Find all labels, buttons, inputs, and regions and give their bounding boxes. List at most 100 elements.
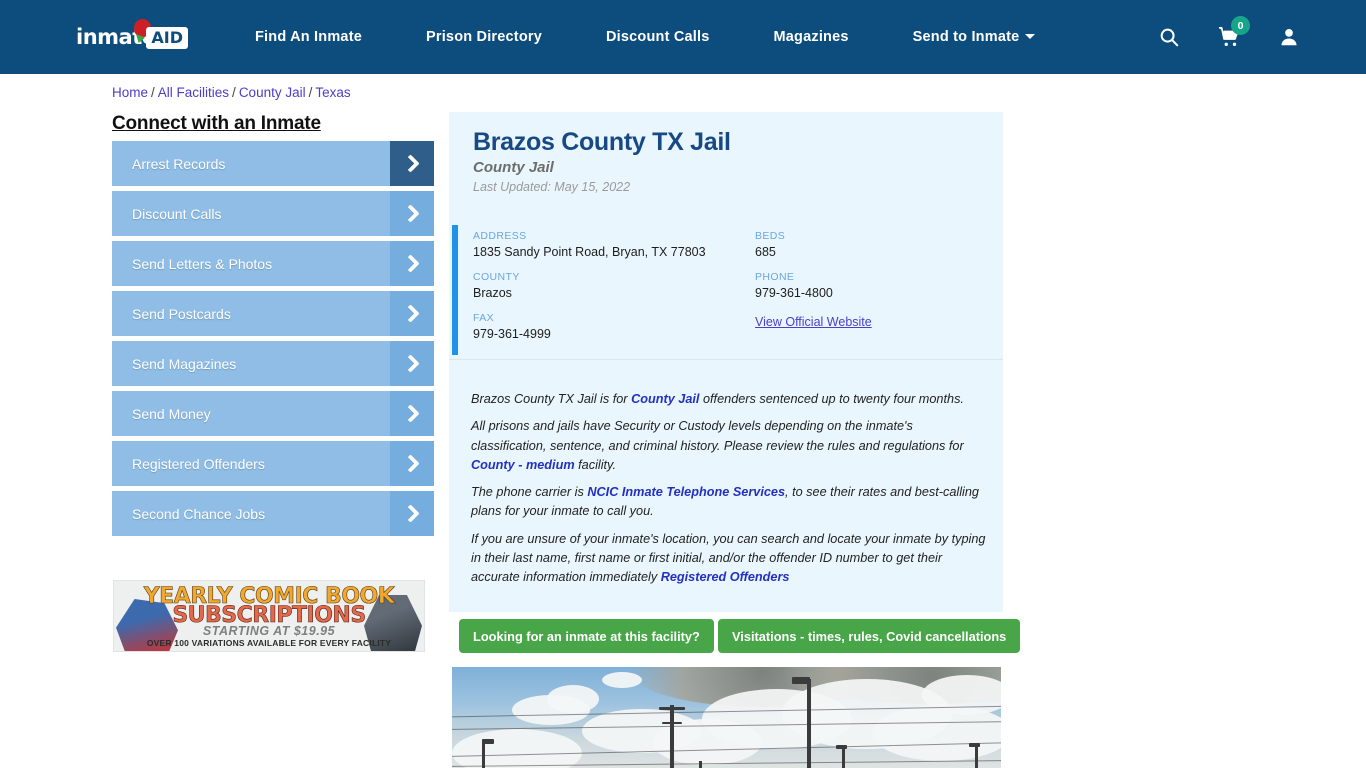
desc-p1-text-a: Brazos County TX Jail is for: [471, 392, 632, 406]
info-value: Brazos: [473, 286, 512, 300]
desc-p1-text-b: offenders sentenced up to twenty four mo…: [699, 392, 964, 406]
chevron-right-icon: [390, 291, 434, 336]
facility-description: Brazos County TX Jail is for County Jail…: [471, 390, 986, 596]
info-address: ADDRESS 1835 Sandy Point Road, Bryan, TX…: [473, 230, 755, 259]
ad-subtext-line: OVER 100 VARIATIONS AVAILABLE FOR EVERY …: [146, 638, 392, 648]
breadcrumb-item-texas[interactable]: Texas: [315, 85, 350, 100]
accent-bar: [452, 225, 458, 355]
info-value: 685: [755, 245, 776, 259]
info-label: BEDS: [755, 230, 786, 242]
light-pole: [482, 741, 485, 768]
info-label: ADDRESS: [473, 230, 527, 242]
sidebar-item-discount-calls[interactable]: Discount Calls: [112, 191, 434, 236]
light-fixture: [969, 743, 980, 747]
breadcrumb-separator: /: [232, 85, 236, 100]
sidebar-item-send-magazines[interactable]: Send Magazines: [112, 341, 434, 386]
visitations-button[interactable]: Visitations - times, rules, Covid cancel…: [718, 619, 1021, 653]
sidebar-menu: Arrest Records Discount Calls Send Lette…: [112, 141, 434, 541]
utility-crossarm: [659, 707, 685, 710]
info-official-website: View Official Website: [755, 312, 983, 341]
info-county: COUNTY Brazos: [473, 271, 755, 300]
description-paragraph-2: All prisons and jails have Security or C…: [471, 417, 986, 475]
sidebar-heading: Connect with an Inmate: [112, 113, 321, 134]
chevron-right-icon: [390, 341, 434, 386]
section-divider: [449, 359, 1003, 360]
chevron-right-icon: [390, 241, 434, 286]
nav-discount-calls[interactable]: Discount Calls: [606, 29, 710, 45]
page-title: Brazos County TX Jail: [473, 128, 731, 156]
search-icon[interactable]: [1158, 26, 1180, 48]
utility-crossarm: [662, 722, 682, 724]
light-pole: [842, 747, 845, 768]
chevron-down-icon: [1025, 34, 1036, 39]
breadcrumb-separator: /: [308, 85, 313, 100]
chevron-right-icon: [390, 441, 434, 486]
breadcrumb-separator: /: [151, 85, 155, 100]
nav-send-to-inmate[interactable]: Send to Inmate: [913, 29, 1036, 45]
user-account-icon[interactable]: [1278, 26, 1300, 48]
breadcrumb-item-county-jail[interactable]: County Jail: [239, 85, 306, 100]
description-paragraph-4: If you are unsure of your inmate's locat…: [471, 530, 986, 588]
nav-find-an-inmate[interactable]: Find An Inmate: [255, 29, 362, 45]
sidebar-item-send-postcards[interactable]: Send Postcards: [112, 291, 434, 336]
description-paragraph-3: The phone carrier is NCIC Inmate Telepho…: [471, 483, 986, 522]
chevron-right-icon: [390, 491, 434, 536]
chevron-right-icon: [390, 391, 434, 436]
sidebar-item-label: Send Letters & Photos: [132, 255, 273, 272]
sidebar-item-label: Send Magazines: [132, 355, 237, 372]
sidebar-item-label: Send Money: [132, 405, 211, 422]
header-icon-group: 0: [1158, 0, 1300, 74]
breadcrumb: Home / All Facilities / County Jail / Texas: [112, 85, 351, 100]
desc-p1-link-county-jail[interactable]: County Jail: [631, 392, 699, 406]
ad-price-line: STARTING AT $19.95: [202, 624, 336, 638]
chevron-right-icon: [390, 141, 434, 186]
logo-aid-badge: AID: [146, 27, 188, 49]
desc-p3-link-ncic[interactable]: NCIC Inmate Telephone Services: [587, 485, 785, 499]
comic-book-subscription-ad[interactable]: YEARLY COMIC BOOK SUBSCRIPTIONS STARTING…: [113, 580, 425, 652]
sidebar-item-label: Send Postcards: [132, 305, 231, 322]
sidebar-item-send-money[interactable]: Send Money: [112, 391, 434, 436]
sidebar-item-second-chance-jobs[interactable]: Second Chance Jobs: [112, 491, 434, 536]
nav-magazines[interactable]: Magazines: [774, 29, 849, 45]
light-pole: [807, 679, 811, 768]
cloud-shape: [602, 672, 642, 688]
sidebar-item-label: Second Chance Jobs: [132, 505, 266, 522]
info-label: PHONE: [755, 271, 795, 283]
info-value: 979-361-4800: [755, 286, 833, 300]
sidebar-item-send-letters-photos[interactable]: Send Letters & Photos: [112, 241, 434, 286]
info-beds: BEDS 685: [755, 230, 983, 259]
cloud-shape: [452, 729, 582, 768]
view-official-website-link[interactable]: View Official Website: [755, 315, 872, 329]
desc-p4-link-registered-offenders[interactable]: Registered Offenders: [661, 570, 790, 584]
info-phone: PHONE 979-361-4800: [755, 271, 983, 300]
sidebar-item-registered-offenders[interactable]: Registered Offenders: [112, 441, 434, 486]
info-value: 1835 Sandy Point Road, Bryan, TX 77803: [473, 245, 706, 259]
facility-exterior-photo: [452, 667, 1001, 768]
breadcrumb-item-home[interactable]: Home: [112, 85, 148, 100]
sidebar-item-label: Arrest Records: [132, 155, 226, 172]
desc-p3-text-a: The phone carrier is: [471, 485, 588, 500]
description-paragraph-1: Brazos County TX Jail is for County Jail…: [471, 390, 986, 409]
utility-pole: [670, 705, 674, 768]
last-updated-text: Last Updated: May 15, 2022: [473, 180, 631, 194]
info-fax: FAX 979-361-4999: [473, 312, 755, 341]
facility-type-subtitle: County Jail: [473, 159, 554, 176]
breadcrumb-item-all-facilities[interactable]: All Facilities: [158, 85, 229, 100]
find-inmate-button[interactable]: Looking for an inmate at this facility?: [459, 619, 714, 653]
main-nav-links: Find An Inmate Prison Directory Discount…: [255, 0, 1036, 74]
cart-count-badge: 0: [1231, 16, 1250, 35]
facility-detail-panel: Brazos County TX Jail County Jail Last U…: [449, 112, 1003, 612]
desc-p2-link-county-medium[interactable]: County - medium: [471, 458, 575, 472]
info-label: FAX: [473, 312, 495, 324]
site-logo[interactable]: inmate AID: [76, 19, 188, 53]
light-fixture: [836, 745, 847, 749]
light-fixture: [792, 677, 810, 684]
sidebar-item-label: Discount Calls: [132, 205, 222, 222]
desc-p2-text-b: facility.: [574, 457, 616, 472]
cart-icon[interactable]: 0: [1218, 16, 1250, 48]
facility-info-grid: ADDRESS 1835 Sandy Point Road, Bryan, TX…: [473, 230, 983, 353]
sidebar-item-label: Registered Offenders: [132, 455, 265, 472]
sidebar-item-arrest-records[interactable]: Arrest Records: [112, 141, 434, 186]
nav-prison-directory[interactable]: Prison Directory: [426, 29, 542, 45]
chevron-right-icon: [390, 191, 434, 236]
